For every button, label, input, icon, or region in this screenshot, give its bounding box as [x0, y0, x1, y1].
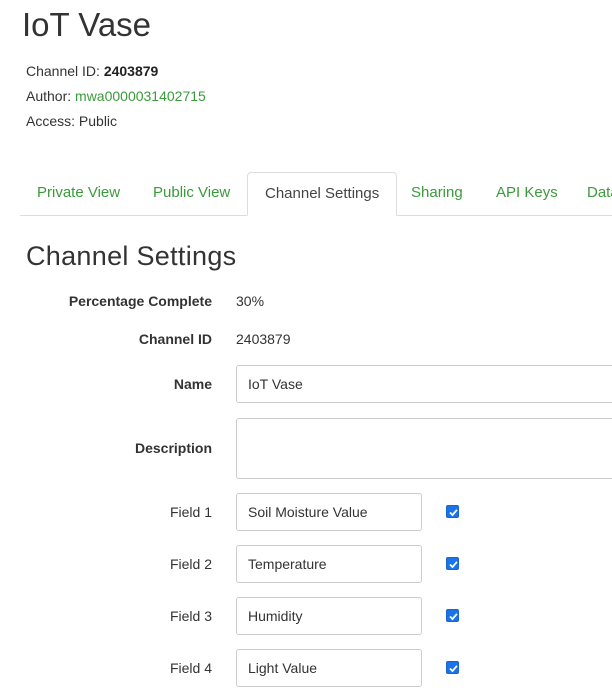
field-1-label: Field 1 [169, 504, 212, 520]
access-label: Access: [26, 113, 76, 129]
check-icon [449, 561, 458, 569]
field-1-checkbox[interactable] [446, 505, 459, 518]
description-label: Description [134, 440, 212, 456]
percentage-complete-label: Percentage Complete [68, 293, 212, 309]
field-4-checkbox[interactable] [446, 661, 459, 674]
access-meta: Access: Public [26, 113, 117, 129]
channel-id-label-row: Channel ID [138, 331, 212, 347]
channel-title: IoT Vase [22, 6, 152, 43]
field-4-input[interactable] [236, 649, 422, 687]
tab-sharing[interactable]: Sharing [394, 172, 480, 214]
channel-id-label: Channel ID: [26, 63, 100, 79]
field-1-input[interactable] [236, 493, 422, 531]
author-meta: Author: mwa0000031402715 [26, 88, 206, 104]
field-3-label: Field 3 [169, 608, 212, 624]
section-heading: Channel Settings [26, 241, 237, 271]
tab-public-view[interactable]: Public View [136, 172, 247, 214]
access-value: Public [78, 113, 118, 129]
channel-id-value: 2403879 [103, 63, 159, 79]
check-icon [449, 509, 458, 517]
description-textarea[interactable] [236, 418, 612, 479]
field-3-input[interactable] [236, 597, 422, 635]
field-2-label: Field 2 [169, 556, 212, 572]
author-link[interactable]: mwa0000031402715 [75, 88, 206, 104]
channel-id-value-row: 2403879 [236, 331, 291, 347]
page: IoT Vase Channel ID: 2403879 Author: mwa… [0, 0, 612, 692]
channel-id-meta: Channel ID: 2403879 [26, 63, 158, 79]
field-2-input[interactable] [236, 545, 422, 583]
tab-channel-settings[interactable]: Channel Settings [247, 172, 398, 216]
percentage-complete-value: 30% [236, 293, 265, 309]
field-3-checkbox[interactable] [446, 609, 459, 622]
check-icon [449, 665, 458, 673]
name-input[interactable] [236, 365, 612, 403]
channel-tabs: Private View Public View Channel Setting… [20, 172, 612, 216]
tab-data-import-export[interactable]: Data Import / Export [570, 172, 612, 214]
field-4-label: Field 4 [169, 660, 212, 676]
tab-private-view[interactable]: Private View [20, 172, 137, 214]
check-icon [449, 613, 458, 621]
field-2-checkbox[interactable] [446, 557, 459, 570]
name-label: Name [173, 376, 212, 392]
author-label: Author: [26, 88, 72, 104]
tab-api-keys[interactable]: API Keys [479, 172, 575, 214]
